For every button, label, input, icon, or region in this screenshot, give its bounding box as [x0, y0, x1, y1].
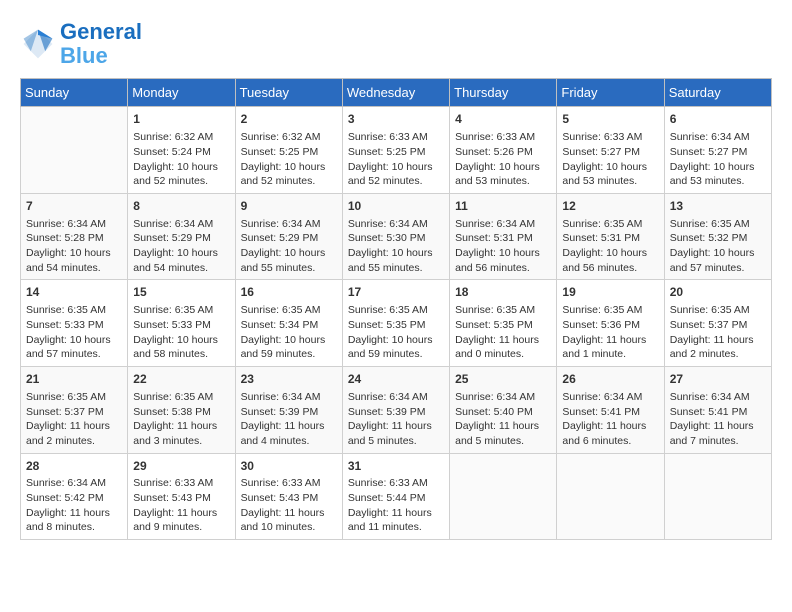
calendar-cell: 1Sunrise: 6:32 AM Sunset: 5:24 PM Daylig…	[128, 107, 235, 194]
day-number: 13	[670, 198, 766, 215]
page-header: GeneralBlue	[20, 20, 772, 68]
calendar-cell: 6Sunrise: 6:34 AM Sunset: 5:27 PM Daylig…	[664, 107, 771, 194]
col-header-wednesday: Wednesday	[342, 79, 449, 107]
col-header-monday: Monday	[128, 79, 235, 107]
day-number: 21	[26, 371, 122, 388]
day-number: 27	[670, 371, 766, 388]
calendar-cell: 14Sunrise: 6:35 AM Sunset: 5:33 PM Dayli…	[21, 280, 128, 367]
calendar-cell: 12Sunrise: 6:35 AM Sunset: 5:31 PM Dayli…	[557, 193, 664, 280]
day-number: 17	[348, 284, 444, 301]
day-number: 30	[241, 458, 337, 475]
calendar-cell: 24Sunrise: 6:34 AM Sunset: 5:39 PM Dayli…	[342, 367, 449, 454]
day-number: 28	[26, 458, 122, 475]
week-row-4: 21Sunrise: 6:35 AM Sunset: 5:37 PM Dayli…	[21, 367, 772, 454]
calendar-table: SundayMondayTuesdayWednesdayThursdayFrid…	[20, 78, 772, 540]
calendar-cell: 9Sunrise: 6:34 AM Sunset: 5:29 PM Daylig…	[235, 193, 342, 280]
calendar-cell: 26Sunrise: 6:34 AM Sunset: 5:41 PM Dayli…	[557, 367, 664, 454]
week-row-1: 1Sunrise: 6:32 AM Sunset: 5:24 PM Daylig…	[21, 107, 772, 194]
day-number: 22	[133, 371, 229, 388]
col-header-sunday: Sunday	[21, 79, 128, 107]
calendar-cell: 18Sunrise: 6:35 AM Sunset: 5:35 PM Dayli…	[450, 280, 557, 367]
day-number: 2	[241, 111, 337, 128]
day-number: 6	[670, 111, 766, 128]
week-row-3: 14Sunrise: 6:35 AM Sunset: 5:33 PM Dayli…	[21, 280, 772, 367]
day-number: 26	[562, 371, 658, 388]
day-number: 20	[670, 284, 766, 301]
day-number: 19	[562, 284, 658, 301]
logo-text: GeneralBlue	[60, 20, 142, 68]
week-row-2: 7Sunrise: 6:34 AM Sunset: 5:28 PM Daylig…	[21, 193, 772, 280]
day-number: 24	[348, 371, 444, 388]
week-row-5: 28Sunrise: 6:34 AM Sunset: 5:42 PM Dayli…	[21, 453, 772, 540]
calendar-cell: 13Sunrise: 6:35 AM Sunset: 5:32 PM Dayli…	[664, 193, 771, 280]
calendar-cell: 17Sunrise: 6:35 AM Sunset: 5:35 PM Dayli…	[342, 280, 449, 367]
col-header-tuesday: Tuesday	[235, 79, 342, 107]
calendar-cell: 2Sunrise: 6:32 AM Sunset: 5:25 PM Daylig…	[235, 107, 342, 194]
day-number: 29	[133, 458, 229, 475]
calendar-header-row: SundayMondayTuesdayWednesdayThursdayFrid…	[21, 79, 772, 107]
day-number: 8	[133, 198, 229, 215]
calendar-cell: 7Sunrise: 6:34 AM Sunset: 5:28 PM Daylig…	[21, 193, 128, 280]
calendar-cell: 25Sunrise: 6:34 AM Sunset: 5:40 PM Dayli…	[450, 367, 557, 454]
calendar-cell: 21Sunrise: 6:35 AM Sunset: 5:37 PM Dayli…	[21, 367, 128, 454]
day-number: 9	[241, 198, 337, 215]
calendar-cell: 3Sunrise: 6:33 AM Sunset: 5:25 PM Daylig…	[342, 107, 449, 194]
calendar-cell: 4Sunrise: 6:33 AM Sunset: 5:26 PM Daylig…	[450, 107, 557, 194]
day-number: 1	[133, 111, 229, 128]
calendar-cell: 31Sunrise: 6:33 AM Sunset: 5:44 PM Dayli…	[342, 453, 449, 540]
col-header-thursday: Thursday	[450, 79, 557, 107]
calendar-cell: 27Sunrise: 6:34 AM Sunset: 5:41 PM Dayli…	[664, 367, 771, 454]
calendar-cell: 28Sunrise: 6:34 AM Sunset: 5:42 PM Dayli…	[21, 453, 128, 540]
day-number: 7	[26, 198, 122, 215]
calendar-cell: 10Sunrise: 6:34 AM Sunset: 5:30 PM Dayli…	[342, 193, 449, 280]
calendar-cell	[21, 107, 128, 194]
day-number: 12	[562, 198, 658, 215]
calendar-cell: 30Sunrise: 6:33 AM Sunset: 5:43 PM Dayli…	[235, 453, 342, 540]
col-header-friday: Friday	[557, 79, 664, 107]
day-number: 3	[348, 111, 444, 128]
day-number: 18	[455, 284, 551, 301]
day-number: 4	[455, 111, 551, 128]
col-header-saturday: Saturday	[664, 79, 771, 107]
logo: GeneralBlue	[20, 20, 142, 68]
calendar-cell: 16Sunrise: 6:35 AM Sunset: 5:34 PM Dayli…	[235, 280, 342, 367]
calendar-cell: 20Sunrise: 6:35 AM Sunset: 5:37 PM Dayli…	[664, 280, 771, 367]
calendar-cell: 29Sunrise: 6:33 AM Sunset: 5:43 PM Dayli…	[128, 453, 235, 540]
logo-icon	[20, 26, 56, 62]
day-number: 25	[455, 371, 551, 388]
day-number: 23	[241, 371, 337, 388]
calendar-cell: 15Sunrise: 6:35 AM Sunset: 5:33 PM Dayli…	[128, 280, 235, 367]
day-number: 15	[133, 284, 229, 301]
calendar-cell	[557, 453, 664, 540]
day-number: 5	[562, 111, 658, 128]
day-number: 31	[348, 458, 444, 475]
calendar-cell: 23Sunrise: 6:34 AM Sunset: 5:39 PM Dayli…	[235, 367, 342, 454]
day-number: 16	[241, 284, 337, 301]
calendar-cell: 22Sunrise: 6:35 AM Sunset: 5:38 PM Dayli…	[128, 367, 235, 454]
day-number: 11	[455, 198, 551, 215]
calendar-cell: 19Sunrise: 6:35 AM Sunset: 5:36 PM Dayli…	[557, 280, 664, 367]
day-number: 14	[26, 284, 122, 301]
calendar-cell: 8Sunrise: 6:34 AM Sunset: 5:29 PM Daylig…	[128, 193, 235, 280]
day-number: 10	[348, 198, 444, 215]
calendar-cell: 5Sunrise: 6:33 AM Sunset: 5:27 PM Daylig…	[557, 107, 664, 194]
calendar-cell	[664, 453, 771, 540]
calendar-cell	[450, 453, 557, 540]
calendar-cell: 11Sunrise: 6:34 AM Sunset: 5:31 PM Dayli…	[450, 193, 557, 280]
